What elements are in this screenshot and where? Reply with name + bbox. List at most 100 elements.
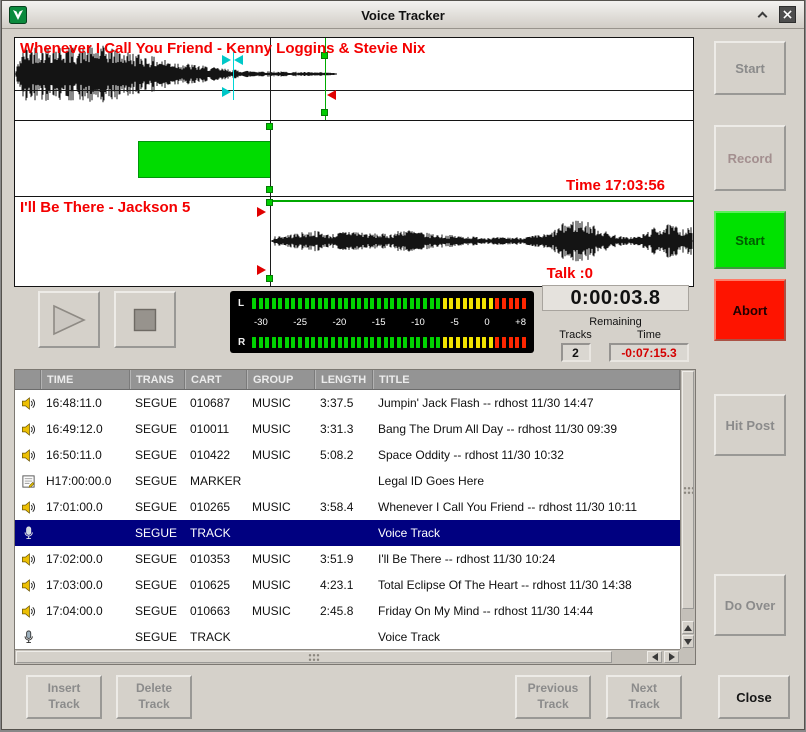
cell-time: 17:02:00.0 xyxy=(41,552,130,566)
meter-led xyxy=(456,298,460,309)
meter-led xyxy=(509,337,513,348)
table-row[interactable]: SEGUETRACKVoice Track xyxy=(15,520,680,546)
track2-waveform-panel[interactable]: I'll Be There - Jackson 5 Talk :0 xyxy=(14,197,694,287)
voice-tracker-window: Voice Tracker Whenever I Call You Friend… xyxy=(1,0,805,730)
cell-length: 3:37.5 xyxy=(315,396,373,410)
column-header-group[interactable]: GROUP xyxy=(247,370,315,389)
table-row[interactable]: H17:00:00.0SEGUEMARKERLegal ID Goes Here xyxy=(15,468,680,494)
vertical-scrollbar-thumb[interactable] xyxy=(682,371,694,609)
scrollbar-corner xyxy=(680,649,695,664)
meter-led xyxy=(298,337,302,348)
scroll-right-button[interactable] xyxy=(664,651,679,663)
table-row[interactable]: 17:02:00.0SEGUE010353MUSIC3:51.9I'll Be … xyxy=(15,546,680,572)
column-header-trans[interactable]: TRANS xyxy=(130,370,185,389)
close-button[interactable]: Close xyxy=(718,675,790,719)
table-row[interactable]: 17:03:00.0SEGUE010625MUSIC4:23.1Total Ec… xyxy=(15,572,680,598)
table-row[interactable]: 16:50:11.0SEGUE010422MUSIC5:08.2Space Od… xyxy=(15,442,680,468)
meter-led xyxy=(252,337,256,348)
horizontal-scrollbar-thumb[interactable] xyxy=(16,651,612,663)
fade-marker-handle-icon[interactable] xyxy=(222,87,231,97)
cell-time: 17:01:00.0 xyxy=(41,500,130,514)
meter-led xyxy=(278,337,282,348)
meter-led xyxy=(311,298,315,309)
play-button[interactable] xyxy=(38,291,100,348)
scroll-up-button[interactable] xyxy=(682,621,694,634)
meter-led xyxy=(351,298,355,309)
track1-waveform-panel[interactable]: Whenever I Call You Friend - Kenny Loggi… xyxy=(14,37,694,121)
end-marker-icon[interactable] xyxy=(327,90,336,100)
cell-cart: 010422 xyxy=(185,448,247,462)
meter-scale-label: -20 xyxy=(333,317,347,328)
cell-trans: SEGUE xyxy=(130,500,185,514)
table-row[interactable]: 16:49:12.0SEGUE010011MUSIC3:31.3Bang The… xyxy=(15,416,680,442)
horizontal-scrollbar[interactable] xyxy=(15,649,680,664)
meter-led xyxy=(410,337,414,348)
meter-led xyxy=(357,337,361,348)
tracks-remaining-label: Tracks xyxy=(542,329,609,341)
column-header-cart[interactable]: CART xyxy=(185,370,247,389)
column-header-length[interactable]: LENGTH xyxy=(315,370,373,389)
start-marker-handle[interactable] xyxy=(266,199,273,206)
meter-led xyxy=(344,298,348,309)
cell-cart: 010353 xyxy=(185,552,247,566)
delete-track-button[interactable]: Delete Track xyxy=(116,675,192,719)
meter-scale-label: -10 xyxy=(411,317,425,328)
table-row[interactable]: 16:48:11.0SEGUE010687MUSIC3:37.5Jumpin' … xyxy=(15,390,680,416)
panel-divider-line xyxy=(15,90,693,91)
start-marker-icon[interactable] xyxy=(257,207,266,217)
meter-led xyxy=(259,337,263,348)
table-row[interactable]: 17:04:00.0SEGUE010663MUSIC2:45.8Friday O… xyxy=(15,598,680,624)
hit-post-button[interactable]: Hit Post xyxy=(714,394,786,456)
table-row[interactable]: SEGUETRACKVoice Track xyxy=(15,624,680,649)
meter-led xyxy=(502,298,506,309)
cell-trans: SEGUE xyxy=(130,396,185,410)
column-header-title[interactable]: TITLE xyxy=(373,370,680,389)
segue-marker-handle[interactable] xyxy=(321,109,328,116)
stop-button[interactable] xyxy=(114,291,176,348)
meter-led xyxy=(502,337,506,348)
column-header-icon[interactable] xyxy=(15,370,41,389)
start-marker-handle[interactable] xyxy=(266,275,273,282)
column-header-time[interactable]: TIME xyxy=(41,370,130,389)
start-button-top[interactable]: Start xyxy=(714,41,786,95)
voicetrack-region[interactable] xyxy=(138,141,271,178)
cell-group: MUSIC xyxy=(247,552,315,566)
previous-track-button[interactable]: Previous Track xyxy=(515,675,591,719)
voicetrack-panel[interactable]: Time 17:03:56 xyxy=(14,121,694,197)
meter-led xyxy=(423,298,427,309)
meter-led xyxy=(377,298,381,309)
elapsed-time-display: 0:00:03.8 xyxy=(542,285,689,311)
arrow-up-icon xyxy=(684,625,692,631)
next-track-button[interactable]: Next Track xyxy=(606,675,682,719)
meter-led xyxy=(476,337,480,348)
start-marker-icon[interactable] xyxy=(257,265,266,275)
meter-led xyxy=(430,337,434,348)
meter-led xyxy=(357,298,361,309)
cell-length: 3:31.3 xyxy=(315,422,373,436)
marker-handle[interactable] xyxy=(266,186,273,193)
start-button[interactable]: Start xyxy=(714,211,786,269)
cell-trans: SEGUE xyxy=(130,474,185,488)
meter-led xyxy=(318,337,322,348)
play-icon xyxy=(51,304,87,336)
scroll-left-button[interactable] xyxy=(647,651,662,663)
insert-track-button[interactable]: Insert Track xyxy=(26,675,102,719)
do-over-button[interactable]: Do Over xyxy=(714,574,786,636)
titlebar[interactable]: Voice Tracker xyxy=(2,1,804,29)
meter-led xyxy=(291,337,295,348)
shade-button[interactable] xyxy=(754,7,770,23)
speaker-icon xyxy=(15,448,41,463)
cell-cart: TRACK xyxy=(185,630,247,644)
meter-led xyxy=(416,337,420,348)
abort-button[interactable]: Abort xyxy=(714,279,786,341)
meter-led xyxy=(443,337,447,348)
microphone-icon xyxy=(15,526,41,541)
cell-group: MUSIC xyxy=(247,578,315,592)
record-button[interactable]: Record xyxy=(714,125,786,191)
table-row[interactable]: 17:01:00.0SEGUE010265MUSIC3:58.4Whenever… xyxy=(15,494,680,520)
scroll-down-button[interactable] xyxy=(682,635,694,648)
vertical-scrollbar[interactable] xyxy=(680,370,695,649)
marker-handle[interactable] xyxy=(266,123,273,130)
meter-led xyxy=(515,337,519,348)
window-close-button[interactable] xyxy=(779,6,796,23)
